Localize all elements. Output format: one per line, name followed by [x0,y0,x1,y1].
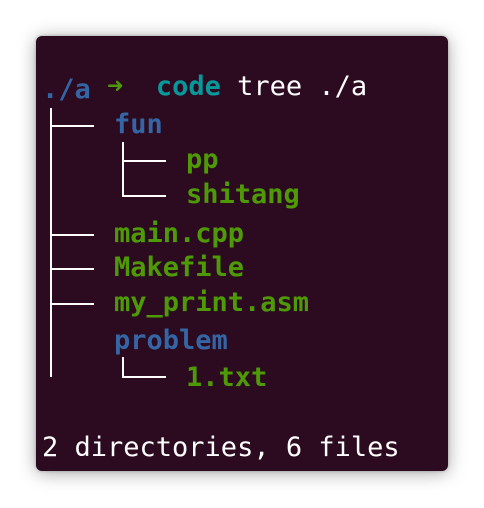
tree-entry-shitang[interactable]: shitang [186,178,300,212]
tree-connector [122,195,166,197]
tree-entry-my-print-asm[interactable]: my_print.asm [114,286,309,320]
terminal-window[interactable]: ➜ code tree ./a ./a fun pp shitang main.… [36,36,448,471]
tree-connector-fun [122,142,124,195]
tree-connector-main [50,108,52,377]
tree-entry-main-cpp[interactable]: main.cpp [114,217,244,251]
tree-root: ./a [42,74,91,105]
tree-connector [50,234,94,236]
tree-connector [122,376,166,378]
tree-entry-pp[interactable]: pp [186,143,219,177]
prompt-arrow-icon: ➜ [107,71,124,102]
prompt-command: tree ./a [237,71,368,102]
tree-entry-problem[interactable]: problem [114,324,228,358]
prompt-cwd: code [155,71,221,102]
tree-connector [50,268,94,270]
tree-connector [50,125,94,127]
tree-entry-makefile[interactable]: Makefile [114,251,244,285]
tree-connector [50,303,94,305]
tree-entry-fun[interactable]: fun [114,108,163,142]
tree-entry-1-txt[interactable]: 1.txt [186,361,267,395]
prompt-line: ➜ code tree ./a [42,36,367,102]
tree-summary: 2 directories, 6 files [42,432,400,463]
tree-connector-problem [122,357,124,376]
tree-connector [122,160,166,162]
